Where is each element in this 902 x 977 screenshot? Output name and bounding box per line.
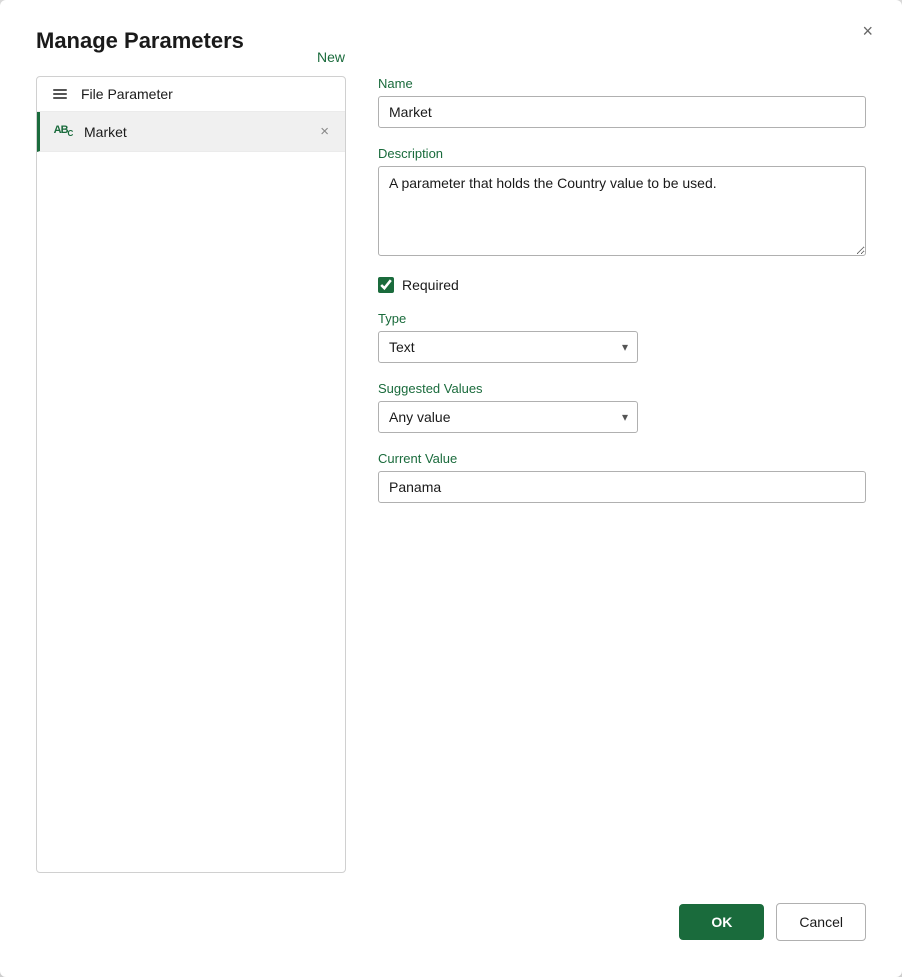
suggested-values-select-wrapper: Any value List of values Query ▾ — [378, 401, 638, 433]
list-item-market[interactable]: ABC Market × — [37, 112, 345, 152]
current-value-input[interactable] — [378, 471, 866, 503]
close-button[interactable]: × — [855, 18, 880, 44]
current-value-label: Current Value — [378, 451, 866, 466]
footer: OK Cancel — [36, 873, 866, 941]
type-select[interactable]: Text Number Date Boolean — [378, 331, 638, 363]
type-field-group: Type Text Number Date Boolean ▾ — [378, 311, 866, 363]
ok-button[interactable]: OK — [679, 904, 764, 940]
list-item-label-market: Market — [84, 124, 306, 140]
dialog-title: Manage Parameters — [36, 28, 866, 54]
current-value-field-group: Current Value — [378, 451, 866, 503]
suggested-values-label: Suggested Values — [378, 381, 866, 396]
cancel-button[interactable]: Cancel — [776, 903, 866, 941]
name-field-group: Name — [378, 76, 866, 128]
list-item-file-parameter[interactable]: File Parameter — [37, 77, 345, 112]
main-content: New File Parameter ABC Market × Name — [36, 76, 866, 873]
manage-parameters-dialog: × Manage Parameters New File Parameter A… — [0, 0, 902, 977]
lines-icon — [49, 89, 71, 99]
right-panel: Name Description A parameter that holds … — [346, 76, 866, 873]
left-panel: New File Parameter ABC Market × — [36, 76, 346, 873]
description-field-group: Description A parameter that holds the C… — [378, 146, 866, 259]
required-checkbox[interactable] — [378, 277, 394, 293]
remove-market-button[interactable]: × — [316, 121, 333, 142]
required-row: Required — [378, 277, 866, 293]
required-label[interactable]: Required — [402, 277, 459, 293]
description-label: Description — [378, 146, 866, 161]
type-label: Type — [378, 311, 866, 326]
suggested-values-select[interactable]: Any value List of values Query — [378, 401, 638, 433]
abc-icon: ABC — [52, 124, 74, 138]
suggested-values-field-group: Suggested Values Any value List of value… — [378, 381, 866, 433]
new-link[interactable]: New — [317, 49, 345, 65]
list-item-label: File Parameter — [81, 86, 333, 102]
description-input[interactable]: A parameter that holds the Country value… — [378, 166, 866, 256]
name-input[interactable] — [378, 96, 866, 128]
type-select-wrapper: Text Number Date Boolean ▾ — [378, 331, 638, 363]
name-label: Name — [378, 76, 866, 91]
